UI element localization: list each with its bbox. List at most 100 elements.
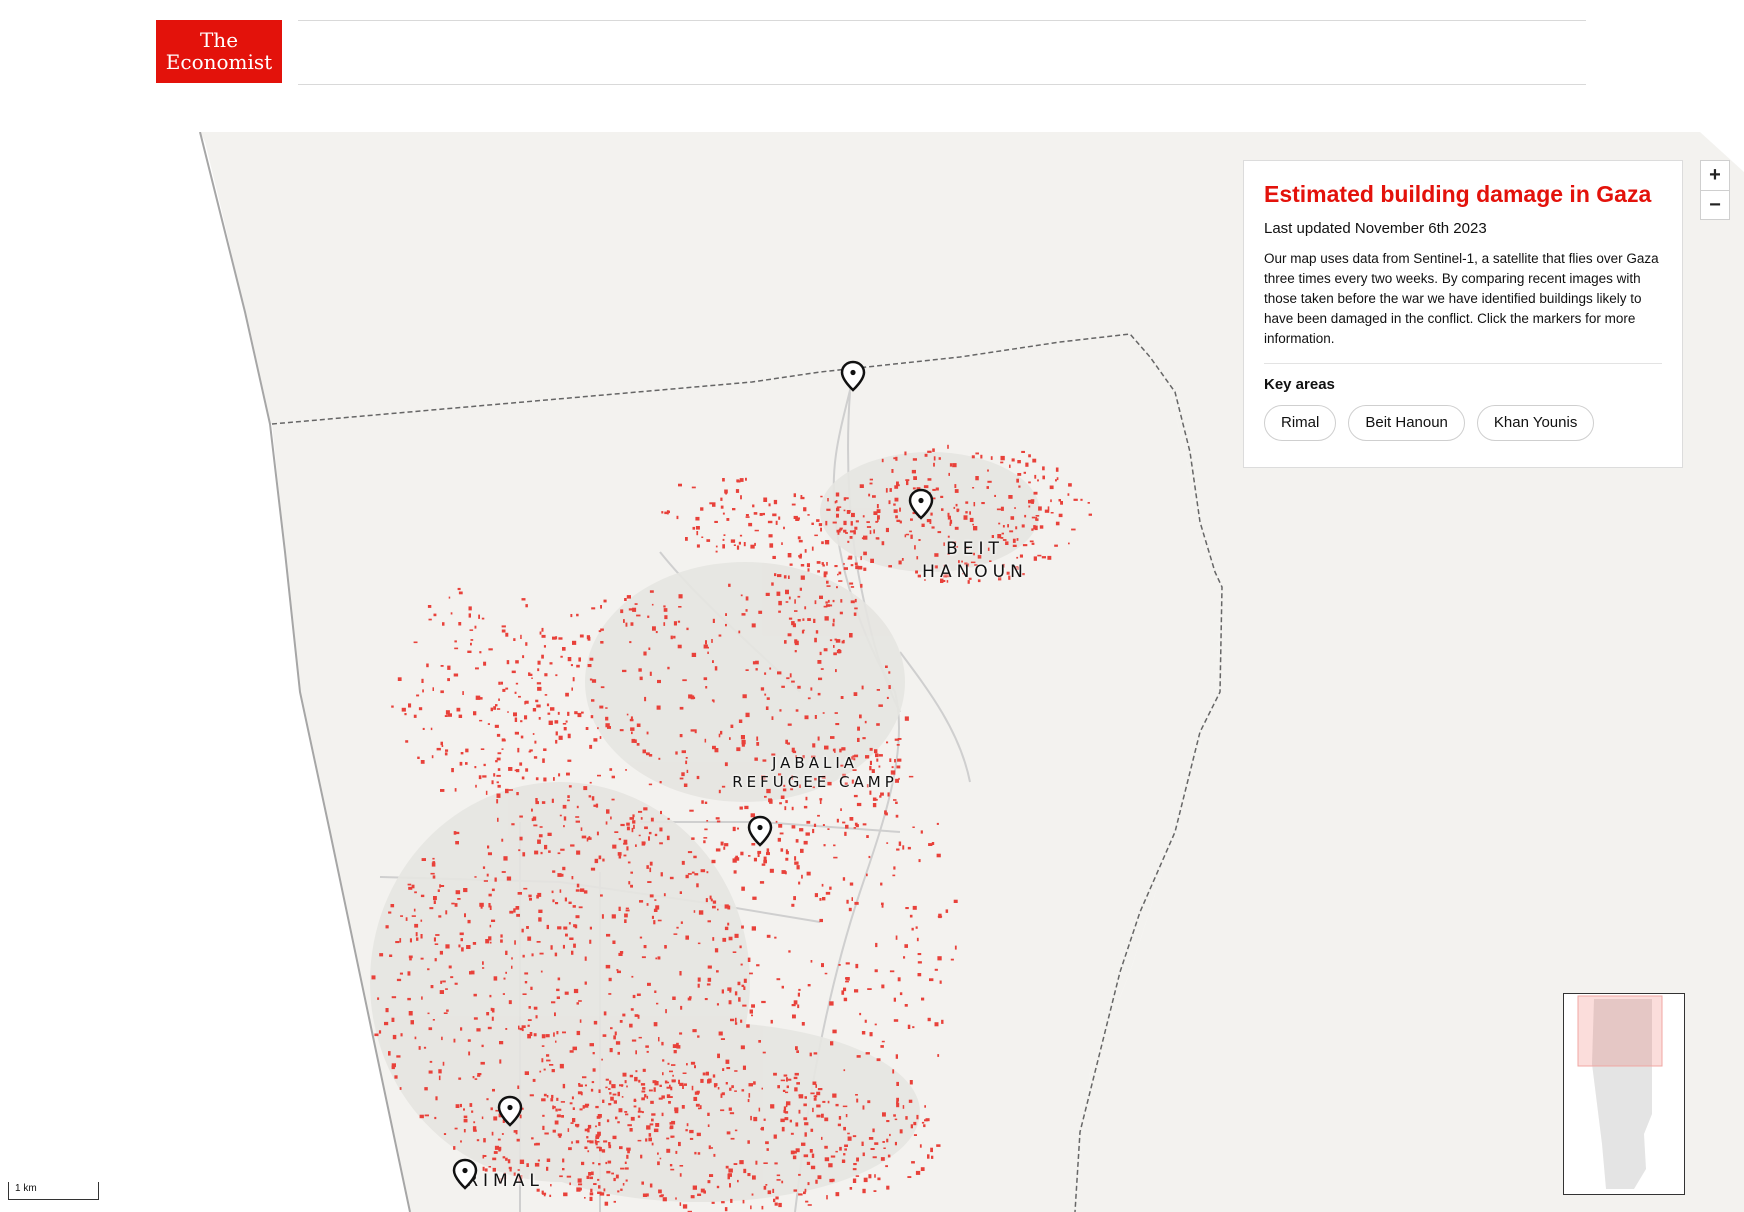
damage-dot <box>730 724 734 728</box>
damage-dot <box>445 944 450 949</box>
damage-dot <box>689 996 692 999</box>
damage-dot <box>769 667 772 670</box>
damage-dot <box>655 957 658 960</box>
damage-dot <box>428 1070 433 1074</box>
damage-dot <box>519 1027 523 1031</box>
damage-dot <box>661 511 664 514</box>
damage-dot <box>521 928 524 933</box>
damage-dot <box>735 489 740 493</box>
damage-dot <box>884 810 887 815</box>
damage-dot <box>558 1135 562 1138</box>
damage-dot <box>432 861 436 864</box>
damage-dot <box>827 1100 830 1104</box>
damage-dot <box>631 827 634 833</box>
damage-dot <box>587 1140 592 1143</box>
damage-dot <box>553 1032 555 1037</box>
damage-dot <box>560 848 565 851</box>
damage-dot <box>543 748 547 751</box>
damage-dot <box>794 1072 799 1076</box>
key-area-beit-hanoun-button[interactable]: Beit Hanoun <box>1348 405 1465 441</box>
damage-dot <box>863 567 867 571</box>
damage-dot <box>703 1190 706 1194</box>
damage-dot <box>841 747 846 751</box>
damage-dot <box>446 1009 449 1012</box>
economist-logo[interactable]: The Economist <box>156 20 282 83</box>
damage-dot <box>640 1083 646 1086</box>
damage-dot <box>778 824 783 828</box>
damage-dot <box>975 476 979 481</box>
damage-dot <box>870 1148 875 1150</box>
damage-dot <box>856 1098 859 1103</box>
damage-dot <box>666 835 670 841</box>
damage-dot <box>817 692 821 696</box>
damage-dot <box>442 622 445 626</box>
damage-dot <box>729 1087 732 1091</box>
location-pin-icon[interactable] <box>908 488 934 520</box>
key-area-rimal-button[interactable]: Rimal <box>1264 405 1337 441</box>
damage-dot <box>916 1114 919 1120</box>
damage-dot <box>399 938 402 943</box>
damage-dot <box>684 1083 687 1086</box>
damage-dot <box>577 712 582 718</box>
damage-dot <box>725 623 727 627</box>
damage-dot <box>750 1115 752 1121</box>
damage-dot <box>766 934 771 938</box>
key-area-khan-younis-button[interactable]: Khan Younis <box>1476 405 1595 441</box>
damage-dot <box>616 969 619 971</box>
damage-dot <box>911 927 914 931</box>
damage-dot <box>919 1144 922 1148</box>
zoom-out-button[interactable]: − <box>1701 191 1729 220</box>
damage-dot <box>736 747 741 752</box>
damage-dot <box>899 1129 903 1134</box>
damage-dot <box>592 1068 596 1072</box>
damage-dot <box>591 796 595 801</box>
damage-dot <box>567 795 570 798</box>
damage-dot <box>755 668 758 671</box>
damage-dot <box>646 752 650 756</box>
damage-dot <box>407 997 411 1001</box>
damage-dot <box>1025 462 1029 467</box>
damage-dot <box>700 1078 704 1083</box>
damage-dot <box>803 805 808 809</box>
damage-dot <box>434 1116 437 1120</box>
damage-dot <box>1054 544 1058 547</box>
damage-dot <box>605 1161 608 1165</box>
damage-dot <box>490 707 493 712</box>
damage-dot <box>842 877 846 881</box>
damage-dot <box>741 886 745 891</box>
damage-dot <box>648 836 650 841</box>
damage-dot <box>584 981 587 985</box>
damage-dot <box>408 955 413 959</box>
damage-dot <box>517 1085 520 1089</box>
damage-dot <box>589 657 594 661</box>
damage-dot <box>956 508 960 512</box>
damage-dot <box>522 852 526 857</box>
damage-dot <box>609 768 613 771</box>
damage-dot <box>626 1085 628 1088</box>
zoom-in-button[interactable]: + <box>1701 161 1729 191</box>
minimap[interactable] <box>1563 993 1685 1195</box>
damage-dot <box>741 1089 745 1092</box>
location-pin-icon[interactable] <box>452 1158 478 1190</box>
damage-dot <box>677 644 682 649</box>
damage-dot <box>837 1123 841 1127</box>
damage-dot <box>674 1110 679 1114</box>
damage-dot <box>895 935 898 940</box>
location-pin-icon[interactable] <box>497 1095 523 1127</box>
damage-dot <box>591 1171 594 1176</box>
damage-dot <box>842 821 846 824</box>
damage-dot <box>716 820 721 823</box>
location-pin-icon[interactable] <box>840 360 866 392</box>
damage-dot <box>408 1011 413 1016</box>
damage-dot <box>572 677 575 682</box>
damage-dot <box>491 1131 494 1136</box>
damage-dot <box>947 444 949 449</box>
damage-dot <box>391 1017 395 1022</box>
damage-dot <box>560 655 563 658</box>
damage-dot <box>784 1117 789 1121</box>
damage-dot <box>454 1127 458 1130</box>
location-pin-icon[interactable] <box>747 815 773 847</box>
damage-dot <box>568 785 572 788</box>
damage-dot <box>546 703 550 707</box>
damage-dot <box>874 969 878 973</box>
